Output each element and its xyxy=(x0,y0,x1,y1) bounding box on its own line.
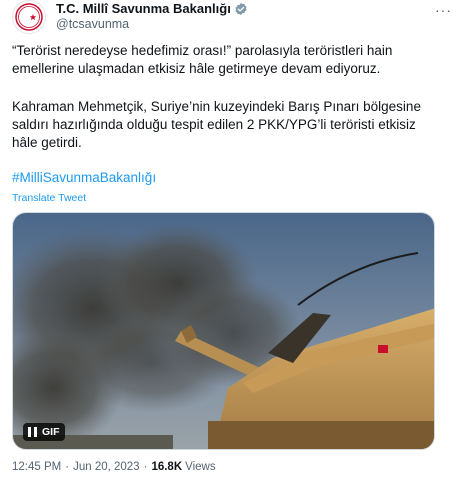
gif-controls[interactable]: GIF xyxy=(23,423,65,441)
tweet-meta: 12:45 PM · Jun 20, 2023 · 16.8K Views xyxy=(12,461,216,473)
display-name[interactable]: T.C. Millî Savunma Bakanlığı xyxy=(56,1,231,16)
tweet-text-paragraph-1: “Terörist neredeyse hedefimiz orası!” pa… xyxy=(12,43,393,76)
views-count: 16.8K xyxy=(151,461,183,473)
howitzer-firing-image xyxy=(13,213,434,449)
meta-separator: · xyxy=(65,461,70,473)
author-handle[interactable]: @tcsavunma xyxy=(56,17,248,31)
display-name-row: T.C. Millî Savunma Bakanlığı xyxy=(56,0,248,17)
tweet-card: T.C. Millî Savunma Bakanlığı @tcsavunma … xyxy=(0,0,462,481)
tweet-header: T.C. Millî Savunma Bakanlığı @tcsavunma … xyxy=(12,0,452,34)
meta-separator: · xyxy=(143,461,148,473)
views-label: Views xyxy=(185,461,216,473)
hashtag-link[interactable]: #MilliSavunmaBakanlığı xyxy=(12,170,156,185)
avatar[interactable] xyxy=(12,0,46,34)
pause-icon[interactable] xyxy=(28,427,37,437)
gif-label: GIF xyxy=(42,426,60,438)
author-names: T.C. Millî Savunma Bakanlığı @tcsavunma xyxy=(56,0,248,31)
more-options-icon[interactable]: ··· xyxy=(434,2,452,18)
verified-badge-icon xyxy=(234,2,248,16)
crescent-star-emblem-icon xyxy=(15,3,43,31)
tweet-date[interactable]: Jun 20, 2023 xyxy=(73,461,140,473)
tweet-time[interactable]: 12:45 PM xyxy=(12,461,61,473)
translate-tweet-link[interactable]: Translate Tweet xyxy=(12,192,86,204)
tweet-media-gif[interactable]: GIF xyxy=(12,212,435,450)
tweet-text-paragraph-2: Kahraman Mehmetçik, Suriye’nin kuzeyinde… xyxy=(12,99,421,150)
